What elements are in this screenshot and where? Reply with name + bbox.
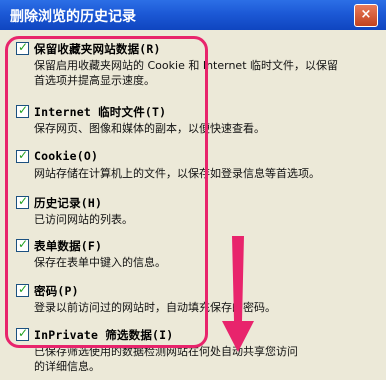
option-label: 历史记录(H) [34,196,103,210]
checkmark-icon: ✓ [18,103,29,117]
option-label: InPrivate 筛选数据(I) [34,328,174,342]
close-button[interactable]: × [354,4,378,27]
option-description: 的详细信息。 [34,360,100,373]
cookies-checkbox[interactable]: ✓ [16,148,29,163]
title-bar: 删除浏览的历史记录 × [0,0,386,30]
checkmark-icon: ✓ [18,326,29,340]
temp-files-checkbox[interactable]: ✓ [16,103,29,118]
history-checkbox[interactable]: ✓ [16,194,29,209]
form-data-checkbox[interactable]: ✓ [16,237,29,252]
checkmark-icon: ✓ [18,282,29,296]
option-label: 密码(P) [34,284,79,298]
checkmark-icon: ✓ [18,194,29,208]
option-description: 首选项并提高显示速度。 [34,74,155,87]
preserve-favorites-checkbox[interactable]: ✓ [16,40,29,55]
dialog-content: ✓ 保留收藏夹网站数据(R) 保留启用收藏夹网站的 Cookie 和 Inter… [6,30,380,380]
option-preserve-favorites: ✓ 保留收藏夹网站数据(R) 保留启用收藏夹网站的 Cookie 和 Inter… [16,40,376,88]
option-passwords: ✓ 密码(P) 登录以前访问过的网站时，自动填充保存的密码。 [16,282,376,315]
checkmark-icon: ✓ [18,237,29,251]
option-label: Cookie(O) [34,149,99,163]
option-temp-files: ✓ Internet 临时文件(T) 保存网页、图像和媒体的副本，以便快速查看。 [16,103,376,136]
option-description: 保留启用收藏夹网站的 Cookie 和 Internet 临时文件，以保留 [34,59,338,72]
close-icon: × [360,7,372,22]
window-title: 删除浏览的历史记录 [10,9,136,25]
option-inprivate-filtering: ✓ InPrivate 筛选数据(I) 已保存筛选使用的数据检测网站在何处自动共… [16,326,376,374]
checkmark-icon: ✓ [18,40,29,54]
passwords-checkbox[interactable]: ✓ [16,282,29,297]
option-cookies: ✓ Cookie(O) 网站存储在计算机上的文件，以保存如登录信息等首选项。 [16,148,376,181]
inprivate-filtering-checkbox[interactable]: ✓ [16,326,29,341]
option-description: 保存网页、图像和媒体的副本，以便快速查看。 [34,122,265,135]
checkmark-icon: ✓ [18,148,29,162]
option-history: ✓ 历史记录(H) 已访问网站的列表。 [16,194,376,227]
option-description: 已保存筛选使用的数据检测网站在何处自动共享您访问 [34,345,298,358]
option-description: 登录以前访问过的网站时，自动填充保存的密码。 [34,301,276,314]
option-description: 保存在表单中键入的信息。 [34,256,166,269]
option-label: Internet 临时文件(T) [34,105,167,119]
option-description: 网站存储在计算机上的文件，以保存如登录信息等首选项。 [34,167,320,180]
option-description: 已访问网站的列表。 [34,213,133,226]
option-form-data: ✓ 表单数据(F) 保存在表单中键入的信息。 [16,237,376,270]
option-label: 保留收藏夹网站数据(R) [34,42,161,56]
option-label: 表单数据(F) [34,239,103,253]
